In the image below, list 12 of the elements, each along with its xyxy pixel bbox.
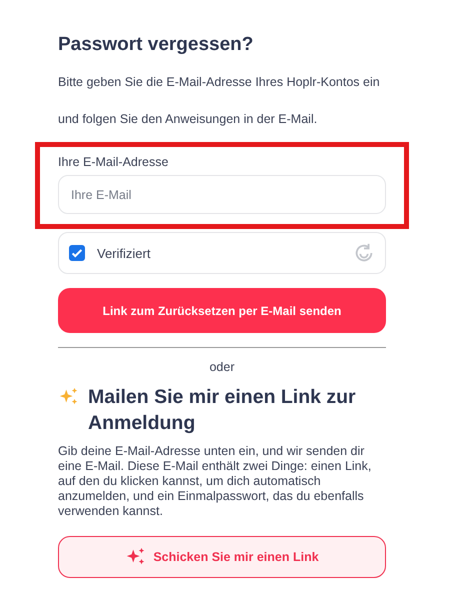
refresh-icon (353, 242, 375, 264)
send-link-button[interactable]: Schicken Sie mir einen Link (58, 536, 386, 578)
email-field[interactable]: Ihre E-Mail (58, 175, 386, 214)
section-heading: Mailen Sie mir einen Link zur Anmeldung (88, 385, 357, 436)
instruction-text: Bitte geben Sie die E-Mail-Adresse Ihres Hoplr-Kontos ein und folgen Sie den Anweisungen in der E-Mail. (58, 74, 381, 128)
reset-link-button[interactable]: Link zum Zurücksetzen per E-Mail senden (58, 288, 386, 333)
checkbox-label: Verifiziert (97, 246, 150, 260)
field-label: Ihre E-Mail-Adresse (58, 155, 170, 169)
description-text: Gib deine E-Mail-Adresse unten ein, und wir senden dir eine E-Mail. Diese E-Mail enthält zwei Dinge: einen Link, auf den du klicken kannst, um dich automatisch anzumelden, und ein Einmalpasswort, das du ebenfalls verwenden kannst. (58, 444, 372, 519)
separator-text: oder (208, 360, 236, 374)
checkbox[interactable] (69, 245, 85, 261)
page-title: Passwort vergessen? (58, 34, 254, 56)
